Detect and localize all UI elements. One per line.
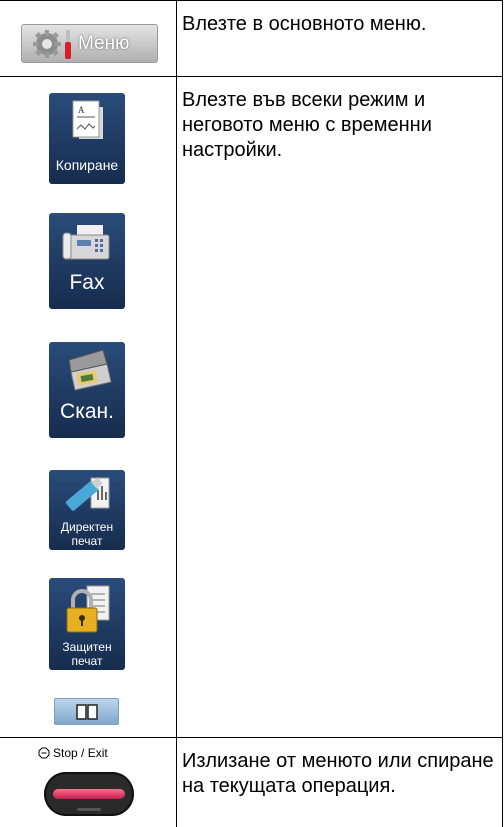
stop-exit-label: Stop / Exit — [53, 746, 108, 760]
usb-memory-icon — [65, 477, 110, 511]
secure-print-mode-button[interactable]: Защитен печат — [49, 578, 125, 670]
stop-exit-button-highlight — [77, 808, 101, 811]
direct-print-label-line2: печат — [71, 534, 103, 548]
fax-mode-label: Fax — [69, 271, 105, 294]
copy-mode-button[interactable]: A Копиране — [49, 93, 125, 184]
stop-icon — [38, 747, 50, 759]
menu-cell: Меню — [0, 0, 177, 77]
fax-mode-button[interactable]: Fax — [49, 213, 125, 309]
direct-print-label-line1: Директен — [60, 520, 114, 534]
menu-row: Меню Влезте в основното меню. — [0, 0, 503, 77]
copy-mode-label: Копиране — [55, 157, 119, 173]
modes-description-cell: Влезте във всеки режим и неговото меню с… — [176, 76, 503, 738]
scan-mode-label: Скан. — [60, 400, 114, 423]
gear-icon — [33, 30, 61, 58]
stop-description: Излизане от менюто или спиране на текуща… — [182, 750, 494, 797]
modes-row: A Копиране Fax Скан. Директен печат Защи… — [0, 76, 503, 738]
padlock-icon — [66, 585, 110, 633]
modes-cell: A Копиране Fax Скан. Директен печат Защи… — [0, 76, 177, 738]
menu-button-label: Меню — [78, 33, 130, 54]
menu-button[interactable]: Меню — [21, 24, 158, 63]
menu-description-cell: Влезте в основното меню. — [176, 0, 503, 77]
control-panel-table: Меню Влезте в основното меню. A Копиране — [0, 0, 503, 827]
wrench-icon — [65, 30, 71, 59]
fax-machine-icon — [62, 225, 110, 260]
scanner-icon — [68, 349, 112, 391]
secure-print-label-line2: печат — [71, 654, 103, 668]
stop-description-cell: Излизане от менюто или спиране на текуща… — [176, 737, 503, 827]
direct-print-mode-button[interactable]: Директен печат — [49, 470, 125, 550]
scan-mode-button[interactable]: Скан. — [49, 342, 125, 438]
book-icon — [76, 704, 98, 720]
stop-exit-label-group: Stop / Exit — [38, 746, 108, 760]
modes-description: Влезте във всеки режим и неговото меню с… — [182, 89, 432, 161]
book-button[interactable] — [54, 698, 119, 725]
stop-cell: Stop / Exit — [0, 737, 177, 827]
svg-text:A: A — [78, 105, 85, 115]
stop-row: Stop / Exit Излизане от менюто или спира… — [0, 737, 503, 827]
copy-document-icon: A — [72, 100, 103, 139]
stop-exit-button[interactable] — [44, 772, 134, 816]
menu-description: Влезте в основното меню. — [182, 13, 427, 35]
secure-print-label-line1: Защитен — [62, 640, 112, 654]
stop-exit-light-bar — [53, 789, 125, 799]
